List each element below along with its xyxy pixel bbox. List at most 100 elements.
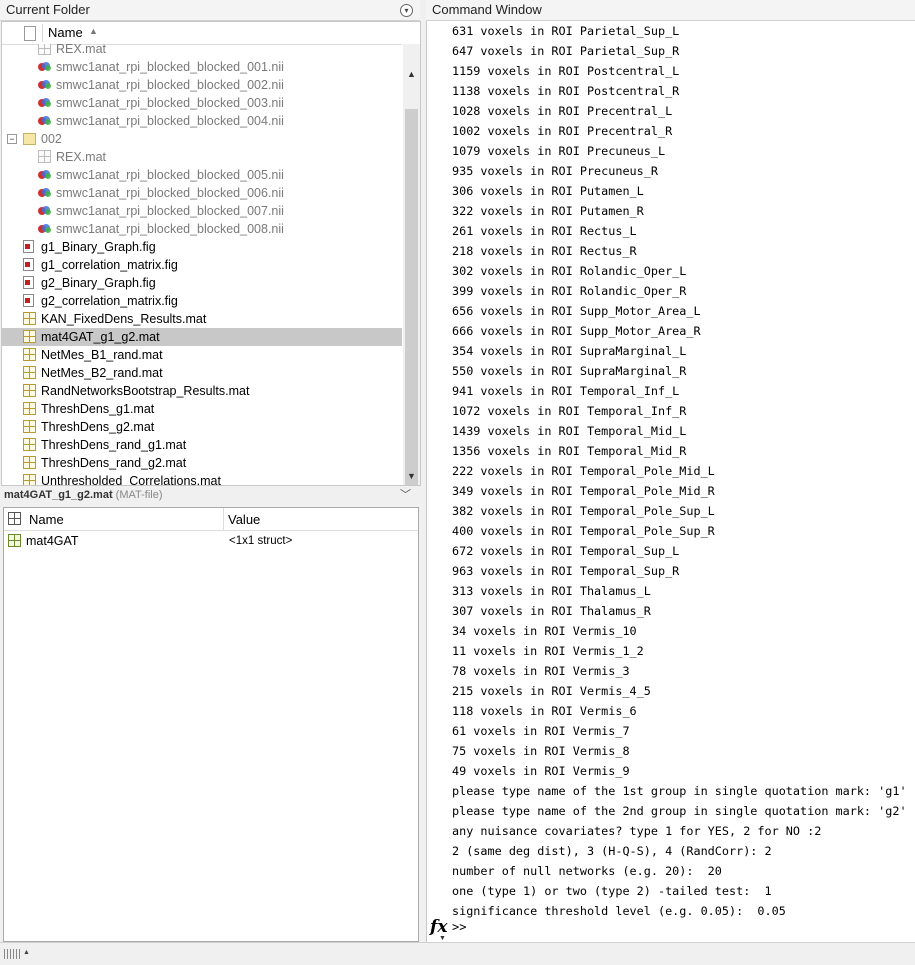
folder-icon [23,133,36,145]
file-list-item[interactable]: ThreshDens_g2.mat [2,418,402,436]
file-name: ThreshDens_g2.mat [41,420,155,434]
scroll-down-icon[interactable]: ▼ [403,468,420,485]
mat-icon [23,402,36,415]
figure-file-icon [23,240,34,253]
file-name: g1_correlation_matrix.fig [41,258,178,272]
command-output-line: 1159 voxels in ROI Postcentral_L [452,64,680,78]
mat-icon [23,420,36,433]
file-name: smwc1anat_rpi_blocked_blocked_008.nii [56,222,284,236]
file-list-item[interactable]: mat4GAT_g1_g2.mat [2,328,402,346]
panel-actions-chevron-icon[interactable]: ▾ [400,4,413,17]
figure-file-icon [23,258,34,271]
file-list-item[interactable]: smwc1anat_rpi_blocked_blocked_002.nii [2,76,402,94]
file-list-item[interactable]: ThreshDens_rand_g1.mat [2,436,402,454]
command-output-line: 399 voxels in ROI Rolandic_Oper_R [452,284,687,298]
function-browser-fx-icon[interactable]: fx [430,917,447,937]
file-list-item[interactable]: KAN_FixedDens_Results.mat [2,310,402,328]
file-list-item[interactable]: RandNetworksBootstrap_Results.mat [2,382,402,400]
nifti-icon [38,116,52,126]
file-list-item[interactable]: smwc1anat_rpi_blocked_blocked_005.nii [2,166,402,184]
command-output-line: please type name of the 2nd group in sin… [452,804,907,818]
status-grip-icon[interactable] [4,949,22,959]
command-output-line: 935 voxels in ROI Precuneus_R [452,164,658,178]
mat-icon [38,44,51,55]
mat-icon [23,312,36,325]
mat-icon [38,150,51,163]
file-list-item[interactable]: smwc1anat_rpi_blocked_blocked_003.nii [2,94,402,112]
command-output-line: 49 voxels in ROI Vermis_9 [452,764,630,778]
details-value-column[interactable]: Value [228,512,260,527]
file-name: g1_Binary_Graph.fig [41,240,156,254]
file-list-item[interactable]: g1_correlation_matrix.fig [2,256,402,274]
figure-file-icon [23,276,34,289]
command-output-line: 1079 voxels in ROI Precuneus_L [452,144,666,158]
command-output-line: 349 voxels in ROI Temporal_Pole_Mid_R [452,484,715,498]
variable-name: mat4GAT [26,534,79,548]
command-output-line: 307 voxels in ROI Thalamus_R [452,604,651,618]
name-column-header[interactable]: Name [48,25,83,40]
file-name: REX.mat [56,44,107,56]
variable-row[interactable]: mat4GAT <1x1 struct> [4,532,418,550]
file-list-item[interactable]: smwc1anat_rpi_blocked_blocked_008.nii [2,220,402,238]
command-prompt[interactable]: >> [452,920,466,934]
file-name: ThreshDens_g1.mat [41,402,155,416]
nifti-icon [38,62,52,72]
command-output-line: 647 voxels in ROI Parietal_Sup_R [452,44,680,58]
file-name: smwc1anat_rpi_blocked_blocked_002.nii [56,78,284,92]
file-list-item[interactable]: NetMes_B1_rand.mat [2,346,402,364]
command-window-output[interactable]: 631 voxels in ROI Parietal_Sup_L 647 voxe… [426,21,915,942]
file-name: g2_Binary_Graph.fig [41,276,156,290]
file-list-item[interactable]: smwc1anat_rpi_blocked_blocked_006.nii [2,184,402,202]
details-filename: mat4GAT_g1_g2.mat [4,489,113,501]
file-name: smwc1anat_rpi_blocked_blocked_006.nii [56,186,284,200]
file-list-item[interactable]: g2_Binary_Graph.fig [2,274,402,292]
file-list-item[interactable]: g1_Binary_Graph.fig [2,238,402,256]
command-output-line: 11 voxels in ROI Vermis_1_2 [452,644,644,658]
command-output-line: 963 voxels in ROI Temporal_Sup_R [452,564,680,578]
details-name-column[interactable]: Name [29,512,64,527]
figure-file-icon [23,294,34,307]
variable-value: <1x1 struct> [229,535,293,547]
file-name: smwc1anat_rpi_blocked_blocked_004.nii [56,114,284,128]
file-list-item[interactable]: − 002 [2,130,402,148]
file-list-item[interactable]: NetMes_B2_rand.mat [2,364,402,382]
nifti-icon [38,224,52,234]
file-list-item[interactable]: smwc1anat_rpi_blocked_blocked_001.nii [2,58,402,76]
command-output-lines: 631 voxels in ROI Parietal_Sup_L 647 voxe… [452,21,907,921]
file-name: RandNetworksBootstrap_Results.mat [41,384,250,398]
command-output-line: 382 voxels in ROI Temporal_Pole_Sup_L [452,504,715,518]
nifti-icon [38,170,52,180]
status-bar: ▲ [0,942,915,965]
status-arrow-icon[interactable]: ▲ [23,949,30,956]
command-output-line: 261 voxels in ROI Rectus_L [452,224,637,238]
file-name: REX.mat [56,150,107,164]
variable-grid-icon [8,512,21,525]
details-collapse-chevron-icon[interactable]: ﹀ [400,486,411,505]
file-list-scrollbar[interactable]: ▲ ▼ [403,44,420,485]
mat-icon [23,330,36,343]
command-output-line: 118 voxels in ROI Vermis_6 [452,704,637,718]
command-output-line: 666 voxels in ROI Supp_Motor_Area_R [452,324,701,338]
file-list-item[interactable]: REX.mat [2,44,402,58]
file-list: REX.mat smwc1anat_rpi_blocked_blocked_001… [2,44,402,485]
file-list-item[interactable]: ThreshDens_g1.mat [2,400,402,418]
file-list-item[interactable]: ThreshDens_rand_g2.mat [2,454,402,472]
file-name: ThreshDens_rand_g1.mat [41,438,187,452]
mat-icon [23,384,36,397]
file-list-item[interactable]: Unthresholded_Correlations.mat [2,472,402,485]
file-name: ThreshDens_rand_g2.mat [41,456,187,470]
nifti-icon [38,98,52,108]
file-list-item[interactable]: smwc1anat_rpi_blocked_blocked_004.nii [2,112,402,130]
file-list-item[interactable]: REX.mat [2,148,402,166]
file-list-item[interactable]: g2_correlation_matrix.fig [2,292,402,310]
file-name: smwc1anat_rpi_blocked_blocked_001.nii [56,60,284,74]
scroll-up-icon[interactable]: ▲ [403,66,420,83]
fx-dropdown-icon[interactable]: ▼ [439,935,446,942]
file-list-item[interactable]: smwc1anat_rpi_blocked_blocked_007.nii [2,202,402,220]
details-variable-table: Name Value mat4GAT <1x1 struct> [3,507,419,942]
collapse-folder-icon[interactable]: − [7,134,17,144]
file-name: smwc1anat_rpi_blocked_blocked_003.nii [56,96,284,110]
file-type-icon [24,26,36,41]
scrollbar-thumb[interactable] [405,109,418,485]
command-output-line: 313 voxels in ROI Thalamus_L [452,584,651,598]
